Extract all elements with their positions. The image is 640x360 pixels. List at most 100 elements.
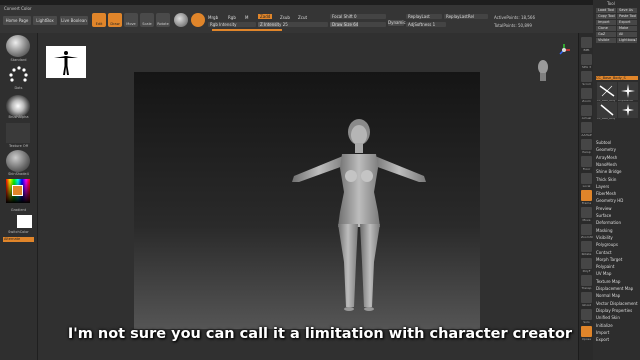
tool-thumb-3[interactable] (597, 102, 617, 118)
view-button-bpr[interactable] (581, 37, 592, 48)
dots-stroke-icon[interactable] (6, 65, 30, 85)
adj-softness-slider[interactable]: AdjSoftness 1 (406, 22, 446, 27)
subpalette-shine-bridge[interactable]: Shine Bridge (596, 169, 622, 175)
rgb-intensity-slider[interactable]: Rgb Intensity (208, 22, 256, 27)
subpalette-polypaint[interactable]: Polypaint (596, 264, 614, 270)
tool-button-clone[interactable]: Clone (596, 26, 616, 31)
color-swatch-icon[interactable] (191, 13, 205, 27)
tool-button-paste-tool[interactable]: Paste Tool (617, 14, 637, 19)
draw-size-slider[interactable]: Draw Size 64 (330, 22, 386, 27)
subpalette-subtool[interactable]: Subtool (596, 140, 611, 146)
view-button-scroll[interactable] (581, 71, 592, 82)
tool-thumb-1[interactable] (597, 82, 617, 100)
z-intensity-slider[interactable]: Z Intensity 25 (258, 22, 328, 27)
rgb-button[interactable]: Rgb (228, 15, 236, 20)
tool-button-export[interactable]: Export (617, 20, 637, 25)
main-color-swatch[interactable] (12, 185, 23, 196)
mrgb-button[interactable]: Mrgb (208, 15, 218, 20)
subpalette-displacement-map[interactable]: Displacement Map (596, 286, 633, 292)
current-tool-bar[interactable]: CC_Base_Body_S (596, 76, 638, 80)
tool-button-visible[interactable]: Visible (596, 38, 616, 43)
tool-button-copy-tool[interactable]: Copy Tool (596, 14, 616, 19)
tool-button-make-polymesh3d[interactable]: Make PolyMesh3D (617, 26, 637, 31)
view-button-persp[interactable] (581, 139, 592, 150)
draw-button[interactable]: Draw (108, 13, 122, 27)
subpalette-preview[interactable]: Preview (596, 206, 612, 212)
replaylast-button[interactable]: ReplayLast (406, 14, 442, 19)
tool-button-save-as[interactable]: Save As (617, 8, 637, 13)
tool-button-import[interactable]: Import (596, 20, 616, 25)
view-button-zoom[interactable] (581, 88, 592, 99)
tool-thumb-4[interactable] (618, 102, 638, 118)
view-button-move[interactable] (581, 207, 592, 218)
subpalette-vector-displacement[interactable]: Vector Displacement (596, 301, 638, 307)
left-tray: Standard Dots BrushAlpha Texture Off Ski… (0, 33, 38, 360)
alternate-button[interactable]: Alternate (3, 237, 34, 242)
lightbox-button[interactable]: LightBox (33, 16, 57, 25)
scale-button[interactable]: Scale (140, 13, 154, 27)
subpalette-masking[interactable]: Masking (596, 228, 613, 234)
view-button-label: Transp (581, 286, 592, 290)
view-button-transp[interactable] (581, 275, 592, 286)
replaylastrel-button[interactable]: ReplayLastRel (444, 14, 488, 19)
live-boolean-button[interactable]: Live Boolean (60, 16, 88, 25)
material-sphere-icon[interactable] (174, 13, 188, 27)
brush-alpha-icon[interactable] (6, 95, 30, 117)
subpalette-texture-map[interactable]: Texture Map (596, 279, 620, 285)
texture-slot-icon[interactable] (6, 123, 30, 143)
view-button-rotate[interactable] (581, 241, 592, 252)
subpalette-polygroups[interactable]: Polygroups (596, 242, 618, 248)
edit-button[interactable]: Edit (92, 13, 106, 27)
dynamic-button[interactable]: Dynamic (388, 20, 406, 26)
view-button-label: Move (582, 218, 591, 222)
subpalette-geometry[interactable]: Geometry (596, 147, 616, 153)
view-button-floor[interactable] (581, 156, 592, 167)
view-button-ghost[interactable] (581, 292, 592, 303)
subpalette-geometry-hd[interactable]: Geometry HD (596, 198, 623, 204)
tool-button-all[interactable]: All (617, 32, 637, 37)
subpalette-morph-target[interactable]: Morph Target (596, 257, 622, 263)
subpalette-fibermesh[interactable]: FiberMesh (596, 191, 616, 197)
move-button[interactable]: Move (124, 13, 138, 27)
view-button-polyf[interactable] (581, 258, 592, 269)
rotate-button[interactable]: Rotate (156, 13, 170, 27)
subpalette-visibility[interactable]: Visibility (596, 235, 613, 241)
subpalette-nanomesh[interactable]: NanoMesh (596, 162, 617, 168)
convert-color-label[interactable]: Convert Color (4, 6, 32, 11)
zadd-button[interactable]: Zadd (258, 14, 273, 19)
view-button-frame[interactable] (581, 190, 592, 201)
tool-button-lightbox-tools[interactable]: Lightbox▸Tools (617, 38, 637, 43)
navigator-thumbnail[interactable] (46, 46, 86, 78)
material-icon[interactable] (6, 150, 30, 172)
secondary-color-swatch[interactable] (17, 215, 32, 228)
subpalette-unified-skin[interactable]: Unified Skin (596, 315, 620, 321)
top-shelf: Convert Color Home Page LightBox Live Bo… (0, 5, 640, 34)
subpalette-arraymesh[interactable]: ArrayMesh (596, 155, 617, 161)
subpalette-normal-map[interactable]: Normal Map (596, 293, 620, 299)
view-button-spix-3[interactable] (581, 54, 592, 65)
subpalette-display-properties[interactable]: Display Properties (596, 308, 632, 314)
3d-viewport[interactable] (134, 72, 480, 329)
subpalette-thick-skin[interactable]: Thick Skin (596, 177, 616, 183)
view-button-local[interactable] (581, 173, 592, 184)
subpalette-uv-map[interactable]: UV Map (596, 271, 611, 277)
view-button-actual[interactable] (581, 105, 592, 116)
subpalette-deformation[interactable]: Deformation (596, 220, 621, 226)
switch-color-button[interactable]: SwitchColor (0, 230, 37, 234)
subpalette-layers[interactable]: Layers (596, 184, 609, 190)
view-button-aahalf[interactable] (581, 122, 592, 133)
subpalette-surface[interactable]: Surface (596, 213, 611, 219)
tool-button-goz[interactable]: GoZ (596, 32, 616, 37)
view-button-solo[interactable] (581, 309, 592, 320)
zsub-button[interactable]: Zsub (280, 15, 290, 20)
tool-thumb-2[interactable] (618, 82, 638, 100)
axis-gizmo-icon[interactable] (556, 42, 572, 58)
home-page-button[interactable]: Home Page (3, 16, 31, 25)
focal-shift-slider[interactable]: Focal Shift 0 (330, 14, 386, 19)
m-button[interactable]: M (245, 15, 248, 20)
standard-brush-icon[interactable] (6, 35, 30, 57)
subpalette-contact[interactable]: Contact (596, 250, 612, 256)
zcut-button[interactable]: Zcut (298, 15, 307, 20)
tool-button-load-tool[interactable]: Load Tool (596, 8, 616, 13)
view-button-zoom3d[interactable] (581, 224, 592, 235)
